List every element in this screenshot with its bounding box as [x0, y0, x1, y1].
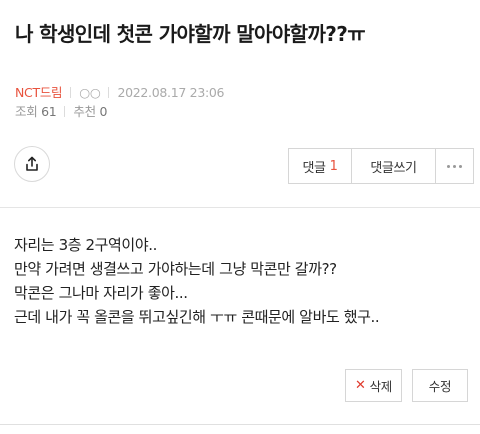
content-line: 만약 가려면 생결쓰고 가야하는데 그냥 막콘만 갈까?? [14, 260, 337, 278]
author-extra: ○○ [79, 85, 101, 100]
comment-button-group: 댓글 1 댓글쓰기 [288, 148, 474, 184]
post-stats: 조회 61 추천 0 [15, 101, 107, 120]
write-comment-button[interactable]: 댓글쓰기 [352, 149, 436, 183]
share-button[interactable] [14, 146, 50, 182]
comment-count: 1 [329, 158, 338, 174]
section-divider [0, 207, 480, 208]
comment-label: 댓글 [302, 160, 327, 176]
divider [108, 87, 110, 98]
delete-x-icon: ✕ [355, 378, 366, 393]
recommend-count: 0 [99, 104, 108, 119]
divider [70, 87, 72, 98]
more-button[interactable] [436, 149, 473, 183]
content-line: 막콘은 그나마 자리가 좋아... [14, 284, 188, 302]
delete-label: 삭제 [369, 379, 393, 394]
post-content: 자리는 3층 2구역이야.. 만약 가려면 생결쓰고 가야하는데 그냥 막콘만 … [14, 233, 472, 329]
bottom-divider [0, 424, 480, 425]
content-line: 근데 내가 꼭 올콘을 뛰고싶긴해 ㅜㅠ 콘때문에 알바도 했구.. [14, 308, 380, 326]
delete-button[interactable]: ✕ 삭제 [345, 369, 402, 402]
content-line: 자리는 3층 2구역이야.. [14, 236, 157, 254]
views-label: 조회 [15, 104, 38, 119]
post-datetime: 2022.08.17 23:06 [117, 85, 225, 100]
comment-button[interactable]: 댓글 1 [289, 149, 352, 183]
views-count: 61 [41, 104, 57, 119]
post-title: 나 학생인데 첫콘 가야할까 말아야할까??ㅠ [15, 22, 366, 46]
post-meta: NCT드림 ○○ 2022.08.17 23:06 [15, 82, 225, 101]
divider [64, 106, 66, 117]
recommend-label: 추천 [73, 104, 96, 119]
share-icon [26, 156, 38, 171]
edit-button[interactable]: 수정 [412, 369, 468, 402]
author-name[interactable]: NCT드림 [15, 85, 63, 100]
more-dots-icon [447, 164, 462, 168]
